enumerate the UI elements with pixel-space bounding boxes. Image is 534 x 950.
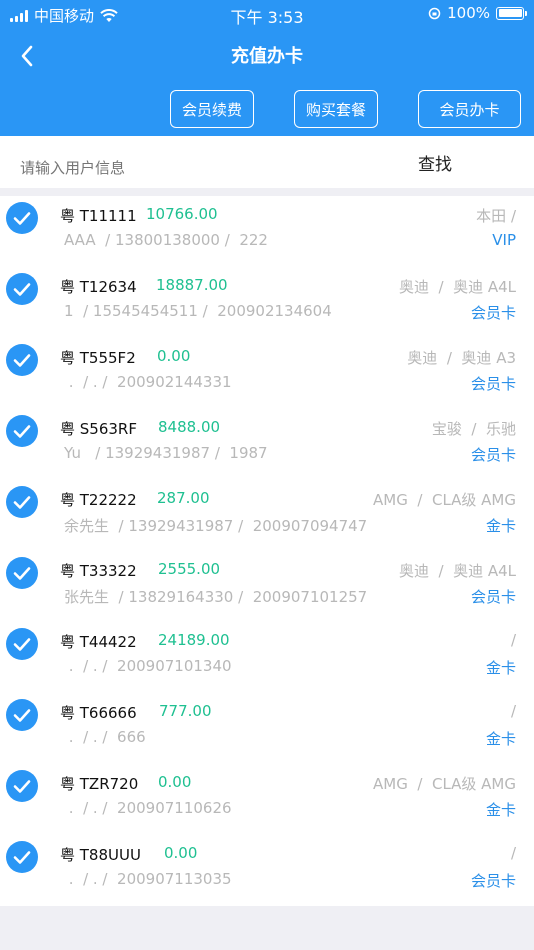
nav-bar: 充值办卡 <box>0 36 534 76</box>
vehicle-brand: 奥迪 / 奥迪 A4L <box>398 278 516 296</box>
battery-percent: 100% <box>447 4 490 22</box>
plate-number: 粤 T22222 <box>60 491 137 509</box>
card-level: 会员卡 <box>470 446 516 464</box>
card-level: 会员卡 <box>470 588 516 606</box>
card-level: 会员卡 <box>470 375 516 393</box>
apply-card-button[interactable]: 会员办卡 <box>418 90 521 128</box>
card-level: 金卡 <box>485 517 516 535</box>
balance-amount: 0.00 <box>158 773 192 791</box>
check-circle-icon[interactable] <box>6 557 38 589</box>
plate-number: 粤 T44422 <box>60 633 137 651</box>
balance-amount: 0.00 <box>157 347 191 365</box>
member-info: . / . / 200907113035 <box>64 870 232 888</box>
check-circle-icon[interactable] <box>6 273 38 305</box>
balance-amount: 0.00 <box>164 844 198 862</box>
vehicle-brand: 奥迪 / 奥迪 A3 <box>407 349 516 367</box>
balance-amount: 10766.00 <box>146 205 218 223</box>
plate-number: 粤 TZR720 <box>60 775 139 793</box>
member-row[interactable]: 粤 T22222 287.00 AMG / CLA级 AMG 余先生 / 139… <box>0 480 534 551</box>
balance-amount: 24189.00 <box>158 631 230 649</box>
balance-amount: 18887.00 <box>156 276 228 294</box>
app-header: 中国移动 下午 3:53 100% 充值办卡 会员续费 购买套餐 会员办卡 <box>0 0 534 136</box>
check-circle-icon[interactable] <box>6 628 38 660</box>
member-info: 余先生 / 13929431987 / 200907094747 <box>64 517 368 535</box>
balance-amount: 8488.00 <box>158 418 221 436</box>
member-row[interactable]: 粤 T88UUU 0.00 / . / . / 200907113035 会员卡 <box>0 835 534 906</box>
card-level: VIP <box>492 231 516 249</box>
search-input[interactable] <box>20 156 380 180</box>
card-level: 会员卡 <box>470 304 516 322</box>
plate-number: 粤 T88UUU <box>60 846 141 864</box>
card-level: 金卡 <box>485 730 516 748</box>
member-info: . / . / 666 <box>64 728 146 746</box>
plate-number: 粤 T33322 <box>60 562 137 580</box>
battery-icon <box>496 6 527 20</box>
plate-number: 粤 T11111 <box>60 207 137 225</box>
member-info: 张先生 / 13829164330 / 200907101257 <box>64 588 368 606</box>
member-info: . / . / 200902144331 <box>64 373 232 391</box>
check-circle-icon[interactable] <box>6 344 38 376</box>
search-button[interactable]: 查找 <box>418 150 452 175</box>
balance-amount: 777.00 <box>159 702 212 720</box>
check-circle-icon[interactable] <box>6 699 38 731</box>
member-row[interactable]: 粤 T44422 24189.00 / . / . / 200907101340… <box>0 622 534 693</box>
vehicle-brand: AMG / CLA级 AMG <box>373 491 516 509</box>
vehicle-brand: 奥迪 / 奥迪 A4L <box>398 562 516 580</box>
check-circle-icon[interactable] <box>6 841 38 873</box>
search-bar: 查找 <box>0 136 534 188</box>
check-circle-icon[interactable] <box>6 770 38 802</box>
plate-number: 粤 T12634 <box>60 278 137 296</box>
card-level: 金卡 <box>485 659 516 677</box>
member-row[interactable]: 粤 T12634 18887.00 奥迪 / 奥迪 A4L 1 / 155454… <box>0 267 534 338</box>
balance-amount: 287.00 <box>157 489 210 507</box>
vehicle-brand: / <box>510 702 516 720</box>
member-info: . / . / 200907101340 <box>64 657 232 675</box>
buy-package-button[interactable]: 购买套餐 <box>294 90 378 128</box>
vehicle-brand: / <box>510 844 516 862</box>
page-title: 充值办卡 <box>231 46 303 67</box>
member-row[interactable]: 粤 TZR720 0.00 AMG / CLA级 AMG . / . / 200… <box>0 764 534 835</box>
plate-number: 粤 T66666 <box>60 704 137 722</box>
vehicle-brand: AMG / CLA级 AMG <box>373 775 516 793</box>
member-info: 1 / 15545454511 / 200902134604 <box>64 302 332 320</box>
member-info: AAA / 13800138000 / 222 <box>64 231 268 249</box>
check-circle-icon[interactable] <box>6 202 38 234</box>
plate-number: 粤 T555F2 <box>60 349 136 367</box>
vehicle-brand: / <box>510 631 516 649</box>
member-row[interactable]: 粤 T66666 777.00 / . / . / 666 金卡 <box>0 693 534 764</box>
vehicle-brand: 宝骏 / 乐驰 <box>431 420 516 438</box>
member-row[interactable]: 粤 T33322 2555.00 奥迪 / 奥迪 A4L 张先生 / 13829… <box>0 551 534 622</box>
member-row[interactable]: 粤 S563RF 8488.00 宝骏 / 乐驰 Yu / 1392943198… <box>0 409 534 480</box>
member-row[interactable]: 粤 T555F2 0.00 奥迪 / 奥迪 A3 . / . / 2009021… <box>0 338 534 409</box>
member-info: . / . / 200907110626 <box>64 799 232 817</box>
member-info: Yu / 13929431987 / 1987 <box>64 444 268 462</box>
card-level: 会员卡 <box>470 872 516 890</box>
status-right: 100% <box>428 4 527 22</box>
check-circle-icon[interactable] <box>6 415 38 447</box>
renew-membership-button[interactable]: 会员续费 <box>170 90 254 128</box>
balance-amount: 2555.00 <box>158 560 221 578</box>
card-level: 金卡 <box>485 801 516 819</box>
member-list: 粤 T11111 10766.00 本田 / AAA / 13800138000… <box>0 196 534 906</box>
plate-number: 粤 S563RF <box>60 420 137 438</box>
vehicle-brand: 本田 / <box>476 207 516 225</box>
orientation-lock-icon <box>428 7 441 19</box>
check-circle-icon[interactable] <box>6 486 38 518</box>
status-bar: 中国移动 下午 3:53 100% <box>0 0 534 28</box>
member-row[interactable]: 粤 T11111 10766.00 本田 / AAA / 13800138000… <box>0 196 534 267</box>
